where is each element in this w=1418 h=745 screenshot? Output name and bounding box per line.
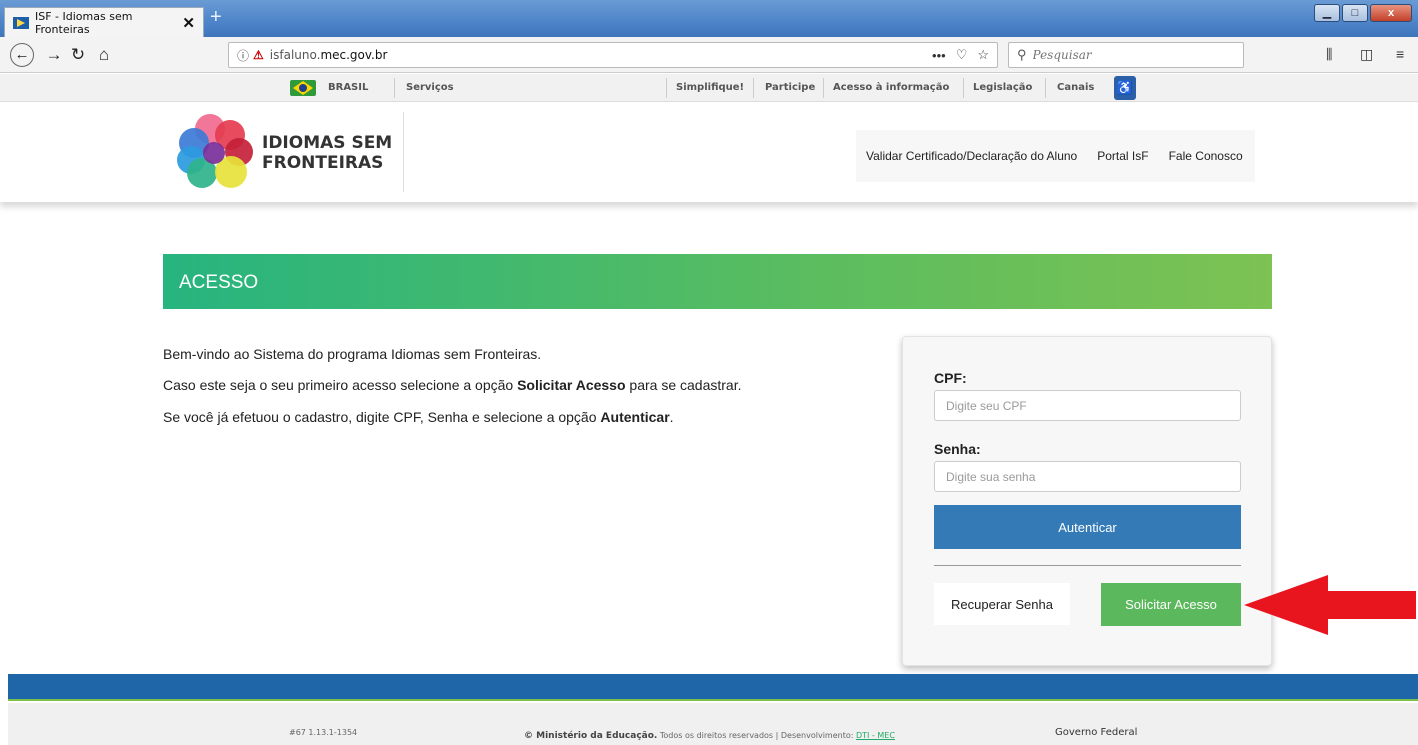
gov-bar: BRASIL Serviços Simplifique! Participe A… [0,74,1418,102]
dti-mec-link[interactable]: DTI - MEC [856,731,895,740]
divider [823,78,824,98]
isf-logo-icon[interactable] [177,112,257,192]
site-favicon-icon [13,16,29,29]
maximize-icon[interactable]: □ [1342,4,1368,22]
divider [753,78,754,98]
footer: #67 1.13.1-1354 © Ministério da Educação… [8,703,1418,745]
cpf-label: CPF: [934,370,967,386]
library-icon[interactable]: ⫼ [1326,46,1332,63]
browser-tab-strip: ISF - Idiomas sem Fronteiras ✕ + ▁ □ x [0,0,1418,37]
welcome-text: Bem-vindo ao Sistema do programa Idiomas… [163,346,542,362]
forward-arrow-icon[interactable]: → [42,43,66,67]
reload-icon[interactable]: ↻ [66,43,90,67]
divider [1045,78,1046,98]
accessibility-icon[interactable]: ♿ [1114,76,1136,100]
browser-toolbar: ← → ↻ ⌂ ⓘ ⚠ isfaluno.mec.gov.br ••• ♡ ☆ … [0,37,1418,73]
gov-acesso-informacao-link[interactable]: Acesso à informação [833,74,949,102]
authenticate-text: Se você já efetuou o cadastro, digite CP… [163,409,674,425]
senha-input[interactable] [934,461,1241,492]
acesso-banner: ACESSO [163,254,1272,309]
gov-simplifique-link[interactable]: Simplifique! [676,74,744,102]
divider [963,78,964,98]
new-tab-icon[interactable]: + [210,6,222,29]
recuperar-senha-button[interactable]: Recuperar Senha [934,583,1070,625]
minimize-icon[interactable]: ▁ [1314,4,1340,22]
divider [394,78,395,98]
divider [666,78,667,98]
sidebar-icon[interactable]: ◫ [1360,46,1373,63]
governo-federal-text: Governo Federal [1055,727,1138,738]
divider [934,565,1241,566]
insecure-lock-icon[interactable]: ⚠ [253,48,264,62]
footer-bar [8,674,1418,701]
build-version: #67 1.13.1-1354 [289,728,358,737]
address-bar[interactable]: ⓘ ⚠ isfaluno.mec.gov.br ••• ♡ ☆ [228,42,998,68]
cpf-input[interactable] [934,390,1241,421]
brazil-flag-icon [290,80,316,96]
logo-text[interactable]: IDIOMAS SEM FRONTEIRAS [262,133,392,173]
solicitar-acesso-button[interactable]: Solicitar Acesso [1101,583,1241,626]
search-icon: ⚲ [1017,47,1027,62]
menu-icon[interactable]: ≡ [1396,46,1404,62]
red-arrow-annotation-icon [1244,575,1416,635]
nav-validar-certificado[interactable]: Validar Certificado/Declaração do Aluno [856,130,1087,182]
window-close-icon[interactable]: x [1370,4,1412,22]
site-nav: Validar Certificado/Declaração do Aluno … [856,130,1255,182]
gov-brasil-link[interactable]: BRASIL [328,74,368,102]
page-title: ACESSO [179,272,259,293]
logo-line-1: IDIOMAS SEM [262,133,393,153]
gov-canais-link[interactable]: Canais [1057,74,1094,102]
nav-fale-conosco[interactable]: Fale Conosco [1159,130,1255,182]
tab-close-icon[interactable]: ✕ [182,14,195,32]
home-icon[interactable]: ⌂ [92,43,116,67]
browser-tab[interactable]: ISF - Idiomas sem Fronteiras ✕ [4,7,204,37]
url-text: isfaluno.mec.gov.br [269,48,388,62]
header-divider [403,112,404,192]
copyright-text: © Ministério da Educação. Todos os direi… [524,731,895,741]
site-info-icon[interactable]: ⓘ [237,47,249,64]
tab-title: ISF - Idiomas sem Fronteiras [35,9,133,36]
gov-servicos-link[interactable]: Serviços [406,74,454,102]
senha-label: Senha: [934,441,981,457]
bookmark-star-icon[interactable]: ☆ [977,47,989,63]
nav-portal-isf[interactable]: Portal IsF [1087,130,1158,182]
first-access-text: Caso este seja o seu primeiro acesso sel… [163,377,742,393]
search-bar[interactable]: ⚲ [1008,42,1244,68]
logo-line-2: FRONTEIRAS [262,153,384,173]
gov-participe-link[interactable]: Participe [765,74,815,102]
back-arrow-icon[interactable]: ← [10,43,34,67]
window-controls: ▁ □ x [1314,4,1412,22]
autenticar-button[interactable]: Autenticar [934,505,1241,549]
pocket-icon[interactable]: ♡ [956,47,968,63]
gov-legislacao-link[interactable]: Legislação [973,74,1032,102]
page-actions-icon[interactable]: ••• [932,48,946,63]
login-panel: CPF: Senha: Autenticar Recuperar Senha S… [902,336,1272,666]
search-input[interactable] [1032,48,1213,62]
